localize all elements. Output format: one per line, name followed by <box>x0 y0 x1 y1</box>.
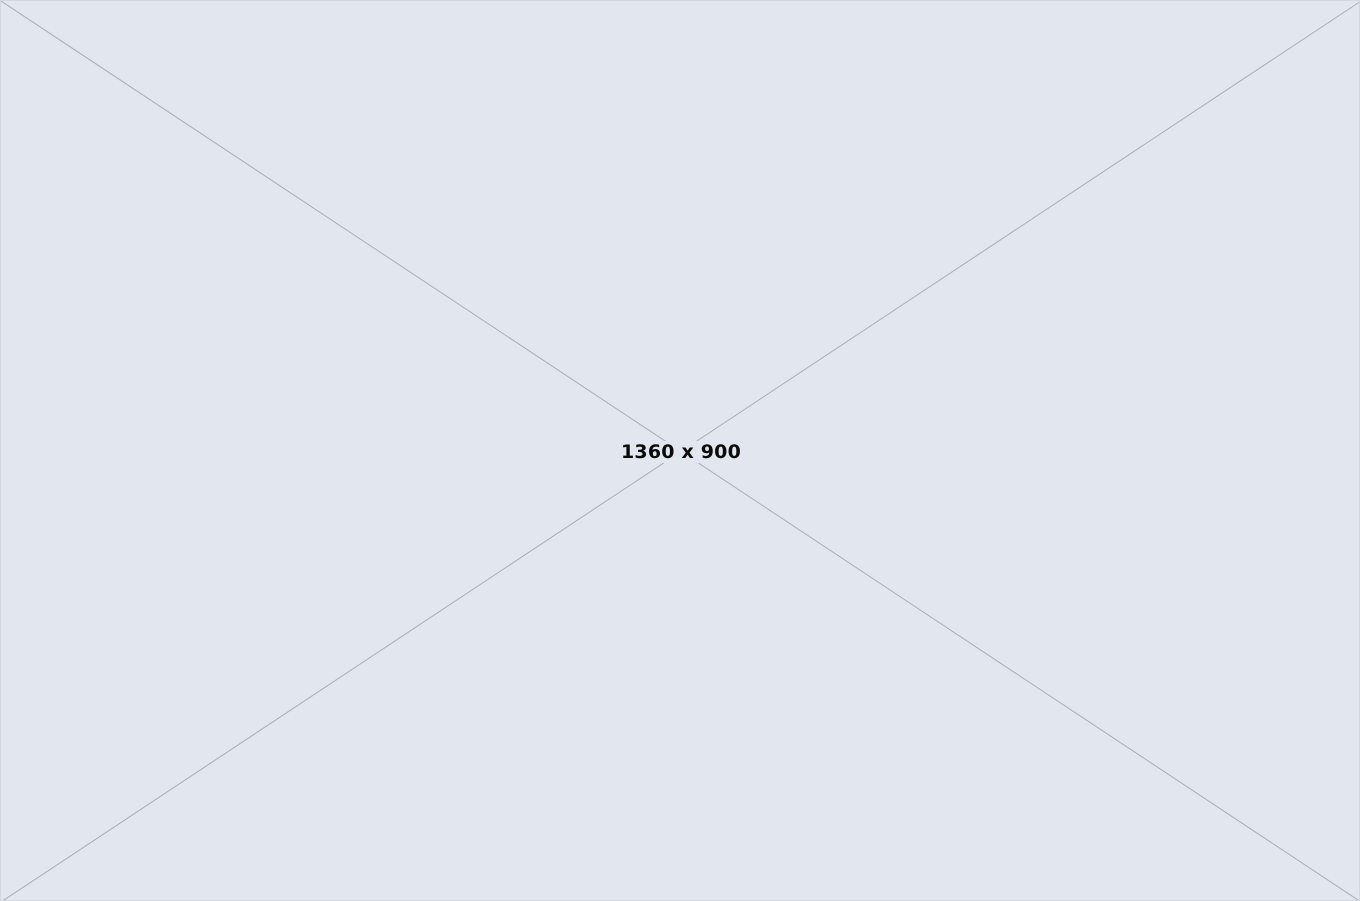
image-placeholder: 1360 x 900 <box>0 0 1360 901</box>
placeholder-cross-lines <box>1 1 1359 900</box>
diagonal-line-top-left-to-bottom-right <box>1 1 1359 900</box>
